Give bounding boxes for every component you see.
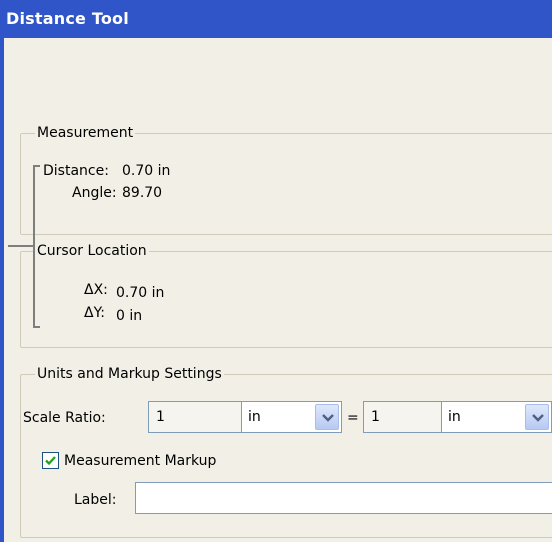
chevron-down-icon[interactable] [525, 404, 549, 430]
angle-label: Angle: [72, 185, 117, 201]
measurement-markup-label[interactable]: Measurement Markup [64, 453, 216, 469]
measurement-markup-checkbox[interactable] [42, 452, 59, 469]
scale-left-unit-value: in [248, 409, 261, 425]
delta-x-value: 0.70 in [116, 285, 165, 301]
scale-left-field[interactable]: 1 [148, 401, 242, 433]
checkmark-icon [45, 456, 56, 466]
distance-label: Distance: [43, 163, 109, 179]
equals-sign: = [347, 410, 359, 426]
distance-tool-panel: Measurement Distance: 0.70 in Angle: 89.… [0, 38, 552, 542]
bracket-bottom-tick [33, 326, 40, 328]
measurement-legend: Measurement [37, 125, 134, 141]
measurement-group: Measurement [20, 125, 552, 235]
scale-right-field[interactable]: 1 [363, 401, 443, 433]
cursor-location-legend: Cursor Location [37, 243, 147, 259]
window-title: Distance Tool [6, 9, 129, 28]
angle-value: 89.70 [122, 185, 163, 201]
title-bar: Distance Tool [0, 0, 552, 38]
label-input[interactable] [135, 482, 552, 514]
delta-x-label: ΔX: [84, 282, 108, 298]
scale-ratio-label: Scale Ratio: [23, 410, 106, 426]
scale-right-unit-select[interactable]: in [441, 401, 552, 433]
distance-value: 0.70 in [122, 163, 171, 179]
bracket-top-tick [33, 165, 40, 167]
label-caption: Label: [74, 492, 117, 508]
units-markup-legend: Units and Markup Settings [37, 366, 222, 382]
chevron-down-icon[interactable] [315, 404, 339, 430]
delta-y-value: 0 in [116, 308, 143, 324]
scale-right-unit-value: in [448, 409, 461, 425]
delta-y-label: ΔY: [84, 305, 105, 321]
scale-left-unit-select[interactable]: in [241, 401, 342, 433]
link-bracket [33, 166, 35, 328]
bracket-mid-tick [8, 245, 33, 247]
